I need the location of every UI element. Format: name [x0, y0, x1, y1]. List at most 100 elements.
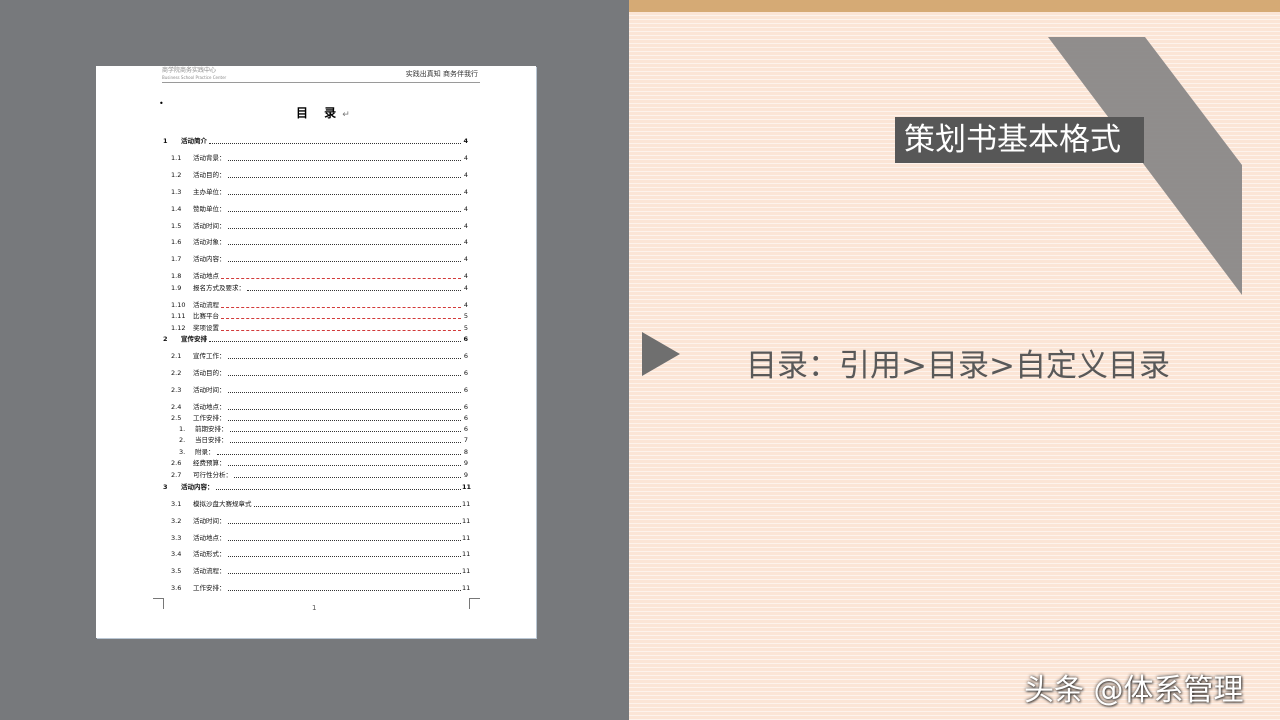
toc-page: 6 [463, 369, 468, 377]
toc-entry[interactable]: 2 宣传安排 6 [163, 335, 468, 344]
instruction-text: 目录：引用>目录>自定义目录 [746, 348, 1170, 384]
toc-entry[interactable]: 1.6 活动对象： 4 [171, 238, 468, 247]
toc-label: 活动地点 [193, 272, 219, 280]
toc-page: 4 [463, 238, 468, 246]
toc-number: 3 [163, 483, 168, 491]
toc-number: 1.11 [171, 312, 186, 320]
toc-entry[interactable]: 2.4 活动地点： 6 [171, 403, 468, 412]
document-title-text: 目 录 [296, 106, 343, 120]
toc-leader [227, 590, 461, 591]
toc-leader [227, 261, 461, 262]
toc-entry[interactable]: 1 活动简介 4 [163, 137, 468, 146]
toc-label: 经费预算： [193, 459, 226, 467]
toc-page: 4 [463, 272, 468, 280]
toc-leader [227, 375, 461, 376]
toc-label: 活动对象： [193, 238, 226, 246]
slide-title: 策划书基本格式 [895, 117, 1144, 163]
toc-label: 活动内容： [193, 255, 226, 263]
toc-entry[interactable]: 2.5 工作安排： 6 [171, 414, 468, 423]
toc-page: 8 [463, 448, 468, 456]
toc-number: 2.5 [171, 414, 182, 422]
toc-entry[interactable]: 3.1 模拟沙盘大赛规章式 11 [171, 500, 470, 509]
toc-entry[interactable]: 2.6 经费预算： 9 [171, 459, 468, 468]
toc-number: 1. [179, 425, 186, 433]
toc-label: 主办单位： [193, 188, 226, 196]
toc-number: 3.2 [171, 517, 182, 525]
toc-number: 2.1 [171, 352, 182, 360]
toc-entry[interactable]: 1.3 主办单位： 4 [171, 188, 468, 197]
toc-leader [227, 409, 461, 410]
toc-number: 3.6 [171, 584, 182, 592]
toc-leader [229, 431, 461, 432]
toc-leader [227, 540, 461, 541]
toc-entry[interactable]: 1.2 活动目的： 4 [171, 171, 468, 180]
toc-leader [227, 465, 461, 466]
toc-entry[interactable]: 1.8 活动地点 4 [171, 272, 468, 281]
toc-page: 5 [463, 312, 468, 320]
toc-label: 前期安排： [195, 425, 228, 433]
toc-page: 7 [463, 436, 468, 444]
toc-number: 1.5 [171, 222, 182, 230]
toc-page: 4 [463, 255, 468, 263]
toc-entry[interactable]: 2. 当日安排： 7 [179, 436, 468, 445]
toc-number: 2. [179, 436, 186, 444]
toc-page: 11 [462, 483, 472, 491]
toc-label: 活动目的： [193, 369, 226, 377]
toc-label: 活动时间： [193, 517, 226, 525]
toc-entry[interactable]: 1.11 比赛平台 5 [171, 312, 468, 321]
toc-page: 4 [463, 171, 468, 179]
watermark: 头条 @体系管理 [1024, 673, 1244, 708]
toc-entry[interactable]: 1.1 活动背景： 4 [171, 154, 468, 163]
toc-entry[interactable]: 3.6 工作安排： 11 [171, 584, 470, 593]
toc-number: 2.2 [171, 369, 182, 377]
toc-page: 6 [463, 386, 468, 394]
toc-leader [216, 454, 461, 455]
toc-label: 工作安排： [193, 414, 226, 422]
toc-page: 5 [463, 324, 468, 332]
page-number: 1 [312, 604, 317, 612]
toc-number: 3.1 [171, 500, 182, 508]
toc-number: 1 [163, 137, 168, 145]
toc-entry[interactable]: 2.7 可行性分析： 9 [171, 471, 468, 480]
toc-label: 奖项设置 [193, 324, 219, 332]
toc-entry[interactable]: 3 活动内容： 11 [163, 483, 472, 492]
toc-leader [227, 228, 461, 229]
toc-entry[interactable]: 1.9 报名方式及要求： 4 [171, 284, 468, 293]
toc-number: 2 [163, 335, 168, 343]
toc-entry[interactable]: 2.2 活动目的： 6 [171, 369, 468, 378]
toc-entry[interactable]: 3.3 活动地点： 11 [171, 534, 470, 543]
toc-entry[interactable]: 1.10 活动流程 4 [171, 301, 468, 310]
toc-number: 1.2 [171, 171, 182, 179]
toc-leader [227, 523, 461, 524]
toc-page: 4 [463, 301, 468, 309]
toc-leader [209, 143, 461, 144]
toc-leader [247, 290, 461, 291]
toc-entry[interactable]: 1.7 活动内容： 4 [171, 255, 468, 264]
toc-entry[interactable]: 3.2 活动时间： 11 [171, 517, 470, 526]
toc-leader [227, 244, 461, 245]
toc-number: 3.4 [171, 550, 182, 558]
header-logo-text: 商学院商务实践中心 [162, 67, 217, 74]
toc-entry[interactable]: 1.12 奖项设置 5 [171, 324, 468, 333]
toc-leader [227, 358, 461, 359]
toc-entry[interactable]: 3. 附录： 8 [179, 448, 468, 457]
header-motto: 实践出真知 商务伴我行 [405, 70, 478, 78]
toc-entry[interactable]: 3.5 活动流程： 11 [171, 567, 471, 576]
toc-entry[interactable]: 2.3 活动时间： 6 [171, 386, 468, 395]
toc-label: 活动时间： [193, 222, 226, 230]
toc-label: 宣传安排 [181, 335, 207, 343]
toc-label: 赞助单位： [193, 205, 226, 213]
toc-entry[interactable]: 2.1 宣传工作： 6 [171, 352, 468, 361]
toc-page: 6 [463, 403, 468, 411]
toc-entry[interactable]: 1. 前期安排： 6 [179, 425, 468, 434]
toc-number: 1.1 [171, 154, 182, 162]
toc-page: 11 [462, 567, 471, 575]
toc-leader [221, 330, 461, 331]
toc-number: 1.4 [171, 205, 182, 213]
toc-entry[interactable]: 1.5 活动时间： 4 [171, 222, 468, 231]
toc-leader [215, 489, 461, 490]
toc-entry[interactable]: 3.4 活动形式： 11 [171, 550, 470, 559]
document-header: 商学院商务实践中心 Business School Practice Cente… [162, 66, 480, 83]
toc-entry[interactable]: 1.4 赞助单位： 4 [171, 205, 468, 214]
toc-leader [227, 211, 461, 212]
